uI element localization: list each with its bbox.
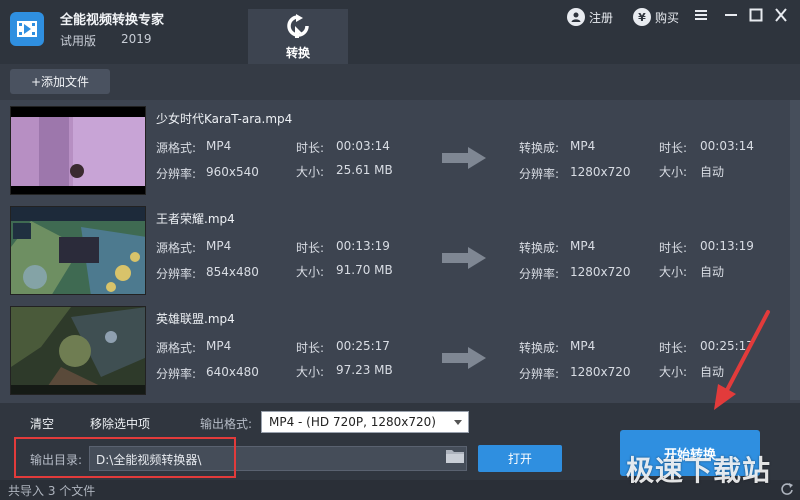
output-duration-label: 时长:: [659, 141, 688, 155]
duration-value: 00:13:19: [336, 239, 390, 253]
register-label: 注册: [589, 10, 614, 25]
source-format-value: MP4: [206, 139, 232, 153]
resolution-label: 分辨率:: [156, 267, 197, 281]
close-icon[interactable]: [773, 6, 789, 24]
output-dir-field[interactable]: D:\全能视频转换器\: [89, 446, 467, 471]
output-resolution-label: 分辨率:: [519, 167, 560, 181]
convert-to-label: 转换成:: [519, 241, 560, 255]
output-format-label: 输出格式:: [200, 417, 253, 431]
output-format-value: MP4 - (HD 720P, 1280x720): [269, 415, 436, 429]
folder-icon[interactable]: [444, 445, 466, 467]
output-resolution-value: 1280x720: [570, 265, 631, 279]
resolution-value: 640x480: [206, 365, 259, 379]
minimize-icon[interactable]: [723, 6, 739, 24]
output-format-value: MP4: [570, 339, 596, 353]
chevron-down-icon: [454, 420, 462, 425]
output-size-value: 自动: [700, 165, 725, 179]
add-file-button[interactable]: +添加文件: [10, 69, 110, 94]
clear-button[interactable]: 清空: [30, 415, 54, 432]
size-label: 大小:: [296, 265, 325, 279]
user-icon: [567, 8, 585, 26]
source-format-label: 源格式:: [156, 141, 197, 155]
menu-icon[interactable]: [693, 6, 709, 24]
output-duration-value: 00:03:14: [700, 139, 754, 153]
app-edition: 试用版: [60, 34, 97, 48]
buy-button[interactable]: ¥ 购买: [633, 7, 679, 27]
source-format-label: 源格式:: [156, 241, 197, 255]
resolution-value: 854x480: [206, 265, 259, 279]
video-thumbnail: [10, 206, 146, 295]
tab-convert-label: 转换: [285, 46, 310, 60]
video-thumbnail: [10, 306, 146, 395]
size-label: 大小:: [296, 165, 325, 179]
remove-selected-button[interactable]: 移除选中项: [90, 415, 150, 432]
size-value: 97.23 MB: [336, 363, 393, 377]
toolbar: +添加文件: [0, 64, 800, 100]
title-bar: 全能视频转换专家 试用版 2019 转换 注册 ¥ 购买: [0, 0, 800, 64]
output-resolution-label: 分辨率:: [519, 267, 560, 281]
buy-label: 购买: [655, 10, 680, 25]
output-size-value: 自动: [700, 265, 725, 279]
file-name: 少女时代KaraT-ara.mp4: [156, 112, 293, 126]
video-thumbnail: [10, 106, 146, 195]
output-resolution-value: 1280x720: [570, 165, 631, 179]
output-duration-value: 00:25:17: [700, 339, 754, 353]
output-resolution-label: 分辨率:: [519, 367, 560, 381]
register-button[interactable]: 注册: [567, 7, 613, 27]
output-size-label: 大小:: [659, 365, 688, 379]
file-name: 英雄联盟.mp4: [156, 312, 235, 326]
app-logo-icon: [10, 12, 44, 46]
source-format-label: 源格式:: [156, 341, 197, 355]
duration-value: 00:25:17: [336, 339, 390, 353]
arrow-right-icon: [442, 147, 486, 169]
arrow-right-icon: [442, 347, 486, 369]
list-scrollbar[interactable]: [790, 100, 800, 400]
output-duration-value: 00:13:19: [700, 239, 754, 253]
status-text: 共导入 3 个文件: [8, 484, 96, 498]
convert-tab-icon: [287, 14, 309, 38]
resolution-label: 分辨率:: [156, 367, 197, 381]
resolution-label: 分辨率:: [156, 167, 197, 181]
source-format-value: MP4: [206, 339, 232, 353]
open-folder-button[interactable]: 打开: [478, 445, 562, 472]
duration-label: 时长:: [296, 141, 325, 155]
output-format-value: MP4: [570, 239, 596, 253]
file-row[interactable]: 英雄联盟.mp4 源格式: MP4 时长: 00:25:17 分辨率: 640x…: [0, 300, 790, 400]
duration-label: 时长:: [296, 241, 325, 255]
arrow-right-icon: [442, 247, 486, 269]
output-format-value: MP4: [570, 139, 596, 153]
output-resolution-value: 1280x720: [570, 365, 631, 379]
app-year: 2019: [121, 32, 152, 46]
yuan-icon: ¥: [633, 8, 651, 26]
maximize-icon[interactable]: [748, 6, 764, 24]
output-duration-label: 时长:: [659, 241, 688, 255]
tab-convert[interactable]: 转换: [248, 9, 348, 64]
convert-to-label: 转换成:: [519, 141, 560, 155]
output-size-label: 大小:: [659, 165, 688, 179]
source-format-value: MP4: [206, 239, 232, 253]
file-row[interactable]: 少女时代KaraT-ara.mp4 源格式: MP4 时长: 00:03:14 …: [0, 100, 790, 200]
watermark-text: 极速下载站: [626, 454, 772, 487]
duration-label: 时长:: [296, 341, 325, 355]
file-row[interactable]: 王者荣耀.mp4 源格式: MP4 时长: 00:13:19 分辨率: 854x…: [0, 200, 790, 300]
output-size-label: 大小:: [659, 265, 688, 279]
size-value: 91.70 MB: [336, 263, 393, 277]
resolution-value: 960x540: [206, 165, 259, 179]
file-list: 少女时代KaraT-ara.mp4 源格式: MP4 时长: 00:03:14 …: [0, 100, 800, 400]
size-value: 25.61 MB: [336, 163, 393, 177]
output-format-select[interactable]: MP4 - (HD 720P, 1280x720): [261, 411, 469, 433]
app-title: 全能视频转换专家: [60, 13, 165, 28]
file-name: 王者荣耀.mp4: [156, 212, 235, 226]
duration-value: 00:03:14: [336, 139, 390, 153]
refresh-icon[interactable]: [780, 482, 794, 496]
output-dir-label: 输出目录:: [30, 453, 83, 467]
output-duration-label: 时长:: [659, 341, 688, 355]
convert-to-label: 转换成:: [519, 341, 560, 355]
output-size-value: 自动: [700, 365, 725, 379]
size-label: 大小:: [296, 365, 325, 379]
